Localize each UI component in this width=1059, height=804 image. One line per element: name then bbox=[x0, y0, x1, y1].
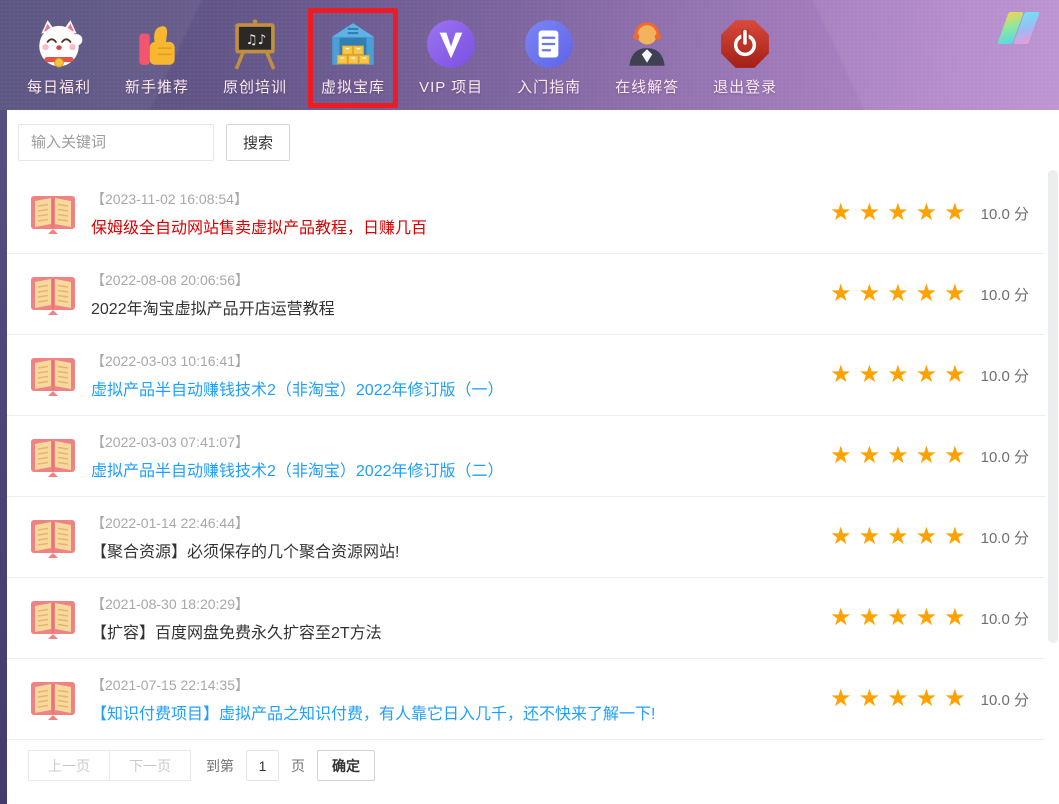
list-item: 【2022-08-08 20:06:56】 2022年淘宝虚拟产品开店运营教程 … bbox=[7, 254, 1045, 335]
item-date: 【2022-08-08 20:06:56】 bbox=[91, 270, 814, 290]
item-title-link[interactable]: 保姆级全自动网站售卖虚拟产品教程，日赚几百 bbox=[91, 214, 814, 238]
book-icon bbox=[28, 595, 78, 641]
nav-item-getting-started[interactable]: 入门指南 bbox=[504, 8, 594, 108]
item-title-link[interactable]: 【聚合资源】必须保存的几个聚合资源网站! bbox=[91, 538, 814, 562]
guide-doc-icon bbox=[522, 17, 576, 71]
nav-item-original-training[interactable]: ♫♪ 原创培训 bbox=[210, 8, 300, 108]
top-nav-bar: 每日福利 新手推荐 ♫♪ 原创培训 虚拟宝库 VIP 项目 入门指南 bbox=[0, 0, 1059, 110]
star-rating-icons: ★★★★★ bbox=[830, 444, 973, 468]
nav-item-label: 在线解答 bbox=[615, 76, 679, 97]
goto-page-suffix-label: 页 bbox=[291, 756, 305, 776]
site-logo bbox=[1001, 12, 1041, 46]
vip-badge-icon bbox=[424, 17, 478, 71]
blackboard-icon: ♫♪ bbox=[228, 17, 282, 71]
star-rating-icons: ★★★★★ bbox=[830, 525, 973, 549]
lucky-cat-icon bbox=[32, 17, 86, 71]
item-score: 10.0 分 bbox=[981, 527, 1029, 548]
item-date: 【2021-07-15 22:14:35】 bbox=[91, 675, 814, 695]
list-item: 【2023-11-02 16:08:54】 保姆级全自动网站售卖虚拟产品教程，日… bbox=[7, 173, 1045, 254]
nav-item-label: 退出登录 bbox=[713, 76, 777, 97]
item-date: 【2022-01-14 22:46:44】 bbox=[91, 513, 814, 533]
list-item: 【2022-01-14 22:46:44】 【聚合资源】必须保存的几个聚合资源网… bbox=[7, 497, 1045, 578]
content-panel: 搜索 【2023-11-02 16:08:54】 保姆级全自动网站售卖虚拟产品教… bbox=[7, 110, 1059, 804]
item-date: 【2023-11-02 16:08:54】 bbox=[91, 189, 814, 209]
item-score: 10.0 分 bbox=[981, 689, 1029, 710]
list-item: 【2021-08-30 18:20:29】 【扩容】百度网盘免费永久扩容至2T方… bbox=[7, 578, 1045, 659]
item-title-link[interactable]: 【扩容】百度网盘免费永久扩容至2T方法 bbox=[91, 619, 814, 643]
confirm-page-button[interactable]: 确定 bbox=[317, 750, 375, 781]
item-rating: ★★★★★ 10.0 分 bbox=[830, 606, 1029, 630]
book-icon bbox=[28, 352, 78, 398]
search-input[interactable] bbox=[18, 124, 214, 161]
nav-item-vip-project[interactable]: VIP 项目 bbox=[406, 8, 496, 108]
nav-item-label: 入门指南 bbox=[517, 76, 581, 97]
nav-item-virtual-treasury[interactable]: 虚拟宝库 bbox=[308, 8, 398, 108]
item-rating: ★★★★★ 10.0 分 bbox=[830, 525, 1029, 549]
book-icon bbox=[28, 514, 78, 560]
item-rating: ★★★★★ 10.0 分 bbox=[830, 687, 1029, 711]
page-number-input[interactable] bbox=[246, 750, 279, 781]
nav-item-online-qa[interactable]: 在线解答 bbox=[602, 8, 692, 108]
nav-item-newbie-recommend[interactable]: 新手推荐 bbox=[112, 8, 202, 108]
article-list: 【2023-11-02 16:08:54】 保姆级全自动网站售卖虚拟产品教程，日… bbox=[7, 173, 1045, 740]
nav-item-label: 新手推荐 bbox=[125, 76, 189, 97]
item-score: 10.0 分 bbox=[981, 608, 1029, 629]
nav-item-daily-welfare[interactable]: 每日福利 bbox=[14, 8, 104, 108]
item-date: 【2021-08-30 18:20:29】 bbox=[91, 594, 814, 614]
item-score: 10.0 分 bbox=[981, 284, 1029, 305]
item-rating: ★★★★★ 10.0 分 bbox=[830, 282, 1029, 306]
star-rating-icons: ★★★★★ bbox=[830, 363, 973, 387]
pagination: 上一页 下一页 到第 页 确定 bbox=[28, 750, 1059, 781]
nav-item-label: 原创培训 bbox=[223, 76, 287, 97]
svg-text:♫♪: ♫♪ bbox=[246, 32, 267, 48]
scrollbar-thumb[interactable] bbox=[1048, 170, 1058, 643]
item-rating: ★★★★★ 10.0 分 bbox=[830, 201, 1029, 225]
item-title-link[interactable]: 虚拟产品半自动赚钱技术2（非淘宝）2022年修订版（一） bbox=[91, 376, 814, 400]
star-rating-icons: ★★★★★ bbox=[830, 201, 973, 225]
item-title-link[interactable]: 【知识付费项目】虚拟产品之知识付费，有人靠它日入几千，还不快来了解一下! bbox=[91, 700, 814, 724]
list-item: 【2022-03-03 07:41:07】 虚拟产品半自动赚钱技术2（非淘宝）2… bbox=[7, 416, 1045, 497]
item-title-link[interactable]: 虚拟产品半自动赚钱技术2（非淘宝）2022年修订版（二） bbox=[91, 457, 814, 481]
list-item: 【2022-03-03 10:16:41】 虚拟产品半自动赚钱技术2（非淘宝）2… bbox=[7, 335, 1045, 416]
item-score: 10.0 分 bbox=[981, 365, 1029, 386]
prev-page-button[interactable]: 上一页 bbox=[28, 750, 110, 781]
customer-service-icon bbox=[620, 17, 674, 71]
item-title-link[interactable]: 2022年淘宝虚拟产品开店运营教程 bbox=[91, 295, 814, 319]
item-score: 10.0 分 bbox=[981, 203, 1029, 224]
nav-item-label: VIP 项目 bbox=[419, 76, 483, 97]
book-icon bbox=[28, 190, 78, 236]
power-icon bbox=[718, 17, 772, 71]
nav-item-label: 虚拟宝库 bbox=[321, 76, 385, 97]
main-nav: 每日福利 新手推荐 ♫♪ 原创培训 虚拟宝库 VIP 项目 入门指南 bbox=[14, 8, 798, 108]
warehouse-icon bbox=[326, 17, 380, 71]
star-rating-icons: ★★★★★ bbox=[830, 606, 973, 630]
item-score: 10.0 分 bbox=[981, 446, 1029, 467]
item-rating: ★★★★★ 10.0 分 bbox=[830, 444, 1029, 468]
book-icon bbox=[28, 676, 78, 722]
item-rating: ★★★★★ 10.0 分 bbox=[830, 363, 1029, 387]
thumbs-up-icon bbox=[130, 17, 184, 71]
goto-page-prefix-label: 到第 bbox=[206, 756, 234, 776]
list-item: 【2021-07-15 22:14:35】 【知识付费项目】虚拟产品之知识付费，… bbox=[7, 659, 1045, 740]
item-date: 【2022-03-03 10:16:41】 bbox=[91, 351, 814, 371]
nav-item-label: 每日福利 bbox=[27, 76, 91, 97]
book-icon bbox=[28, 271, 78, 317]
item-date: 【2022-03-03 07:41:07】 bbox=[91, 432, 814, 452]
nav-item-logout[interactable]: 退出登录 bbox=[700, 8, 790, 108]
book-icon bbox=[28, 433, 78, 479]
star-rating-icons: ★★★★★ bbox=[830, 687, 973, 711]
star-rating-icons: ★★★★★ bbox=[830, 282, 973, 306]
search-button[interactable]: 搜索 bbox=[226, 124, 290, 161]
search-bar: 搜索 bbox=[7, 110, 1059, 173]
next-page-button[interactable]: 下一页 bbox=[109, 750, 191, 781]
